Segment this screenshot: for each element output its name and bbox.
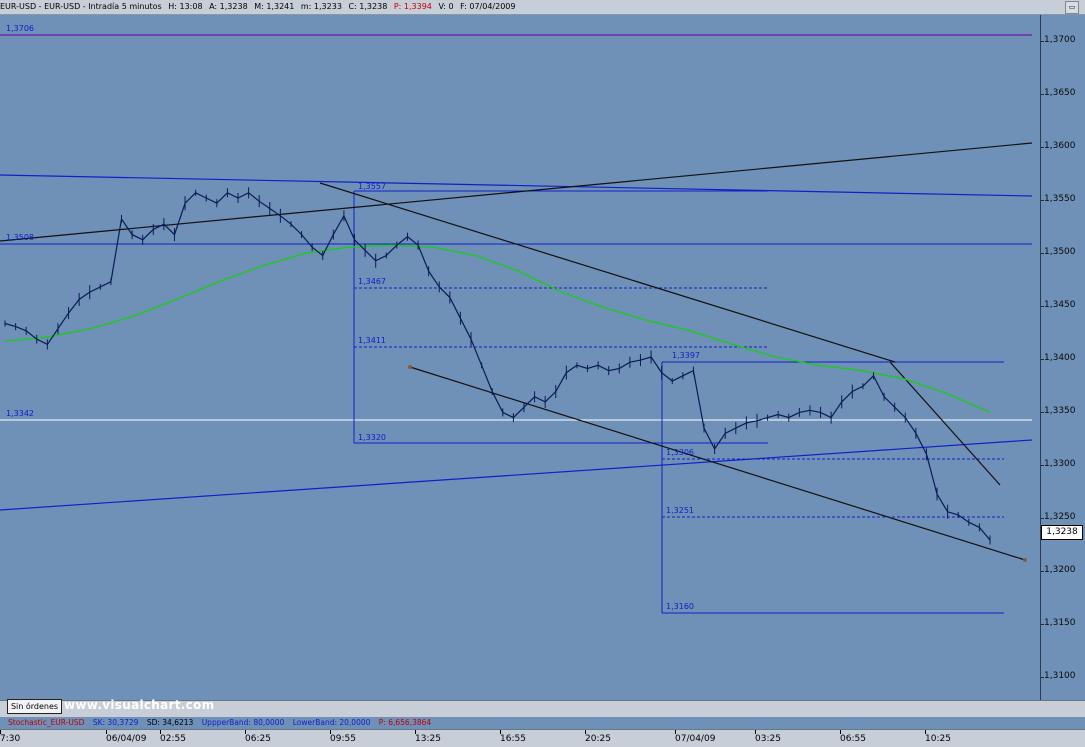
current-price-badge: 1,3238 [1041,525,1083,540]
price-line [4,192,991,541]
moving-average-line [4,244,991,414]
stochastic-p: P: 6,656,3864 [378,718,432,727]
restore-window-icon[interactable]: ▭ [1065,1,1079,14]
moving-average-polyline [4,244,991,414]
price-axis[interactable]: 1,3700 1,3650 1,3600 1,3550 1,3500 1,345… [1040,15,1085,700]
price-bars [4,187,991,545]
price-tick: 1,3650 [1041,88,1076,98]
trendline-blue-upper [0,174,1033,197]
time-tick: 06:25 [245,730,271,744]
level-label-1-3706: 1,3706 [6,24,34,33]
stochastic-name: Stochastic_EUR-USD [8,718,85,727]
price-tick: 1,3100 [1041,671,1076,681]
watermark-logo: www.visualchart.com [64,698,215,712]
symbol-label: EUR-USD - EUR-USD - Intradía 5 minutos [0,2,162,11]
trendline-black-steep [889,361,1001,486]
level-label-1-3251: 1,3251 [666,506,694,515]
time-tick: 09:55 [330,730,356,744]
trendline-blue-lower [0,439,1033,511]
price-tick: 1,3350 [1041,406,1076,416]
stochastic-sk: SK: 30,3729 [92,718,139,727]
price-tick: 1,3500 [1041,247,1076,257]
ask-value: A: 1,3238 [209,2,248,11]
time-tick: 13:25 [415,730,441,744]
orders-button[interactable]: Sin órdenes [7,699,62,714]
price-tick: 1,3200 [1041,565,1076,575]
time-tick: 06:55 [840,730,866,744]
v-value: V: 0 [438,2,454,11]
time-tick: 7:30 [0,730,21,744]
high-value: H: 13:08 [168,2,203,11]
window-controls: ▭ [1065,1,1079,14]
channel-anchor-end [1023,558,1027,562]
stochastic-info-bar: Stochastic_EUR-USD SK: 30,3729 SD: 34,62… [0,717,1085,728]
trendline-black-falling [319,182,896,363]
price-tick: 1,3550 [1041,194,1076,204]
title-bar: EUR-USD - EUR-USD - Intradía 5 minutos H… [0,0,1085,15]
stochastic-lower-band: LowerBand: 20,0000 [292,718,371,727]
level-label-1-3320: 1,3320 [358,433,386,442]
min-value: m: 1,3233 [300,2,342,11]
trendline-black-channel [409,366,1026,561]
level-label-1-3467: 1,3467 [358,277,386,286]
price-chart-svg [0,34,1033,614]
price-tick: 1,3300 [1041,459,1076,469]
medium-value: M: 1,3241 [254,2,295,11]
time-tick: 07/04/09 [675,730,716,744]
price-tick: 1,3600 [1041,141,1076,151]
level-label-1-3306: 1,3306 [666,448,694,457]
f-value: F: 07/04/2009 [460,2,516,11]
level-label-1-3508: 1,3508 [6,233,34,242]
level-label-1-3397: 1,3397 [672,351,700,360]
p-value: P: 1,3394 [393,2,432,11]
price-tick: 1,3400 [1041,353,1076,363]
level-label-1-3557: 1,3557 [358,182,386,191]
level-label-1-3411: 1,3411 [358,336,386,345]
time-tick: 16:55 [500,730,526,744]
time-tick: 20:25 [585,730,611,744]
price-chart[interactable]: 1,3706 1,3508 1,3342 1,3557 1,3467 1,341… [0,15,1040,700]
price-tick: 1,3250 [1041,512,1076,522]
close-value: C: 1,3238 [348,2,388,11]
trendline-black-rising [0,142,1033,242]
time-axis[interactable]: 7:30 06/04/09 02:55 06:25 09:55 13:25 16… [0,729,1085,747]
price-tick: 1,3700 [1041,35,1076,45]
stochastic-sd: SD: 34,6213 [146,718,194,727]
time-tick: 10:25 [925,730,951,744]
channel-anchor-start [408,365,412,369]
stochastic-upper-band: UppperBand: 80,0000 [201,718,285,727]
time-tick: 03:25 [755,730,781,744]
level-label-1-3342: 1,3342 [6,409,34,418]
price-tick: 1,3450 [1041,300,1076,310]
level-label-1-3160: 1,3160 [666,602,694,611]
time-tick: 02:55 [160,730,186,744]
price-tick: 1,3150 [1041,618,1076,628]
time-tick: 06/04/09 [106,730,147,744]
